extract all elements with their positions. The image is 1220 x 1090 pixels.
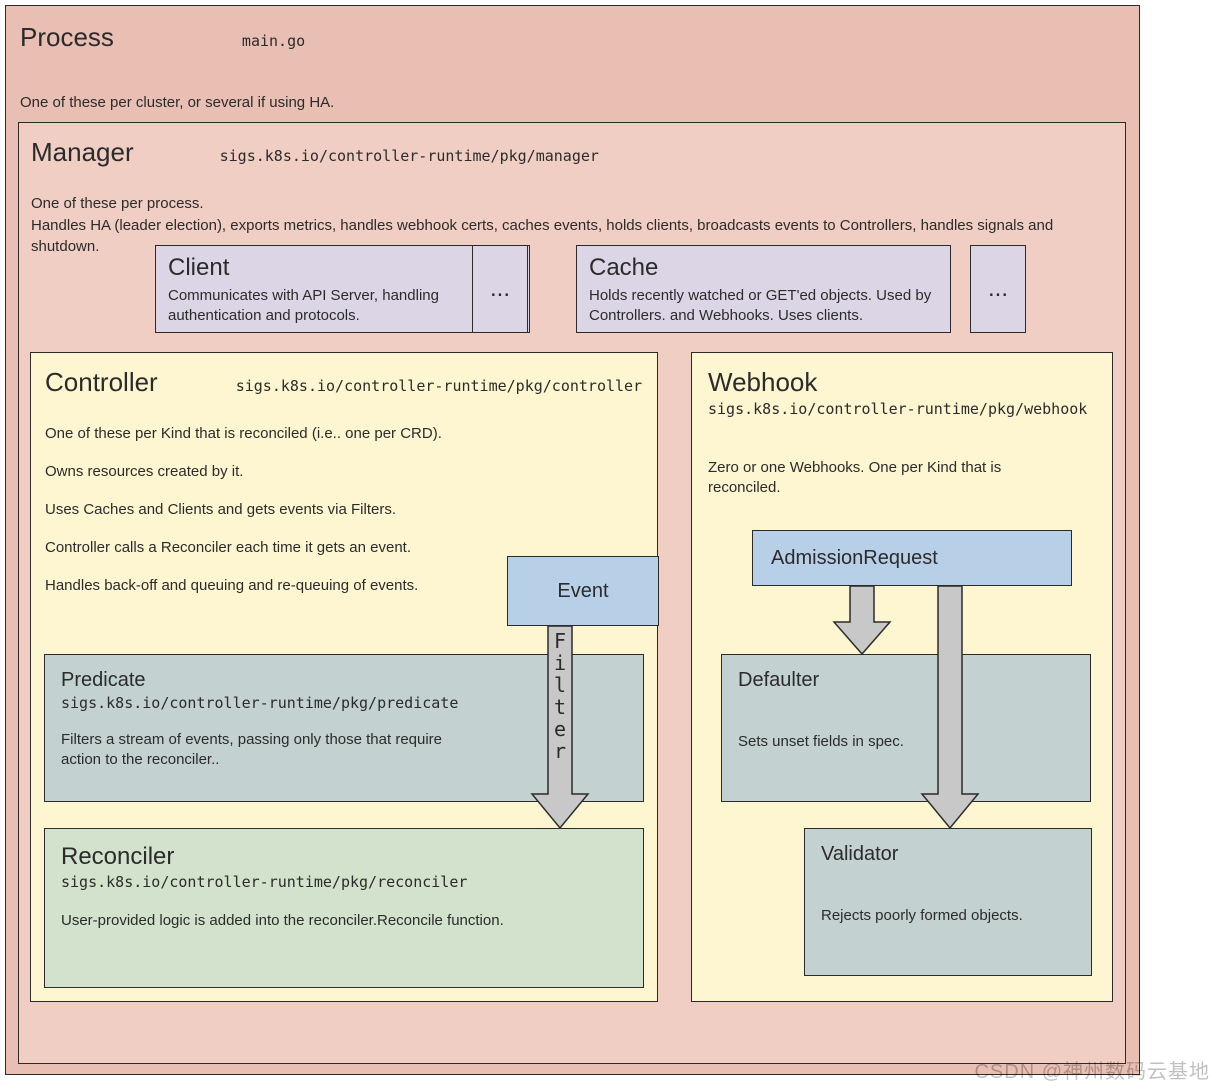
arrow-admission-validator xyxy=(920,586,980,830)
defaulter-title: Defaulter xyxy=(738,669,1074,692)
validator-title: Validator xyxy=(821,843,1075,866)
admission-title: AdmissionRequest xyxy=(771,547,938,570)
reconciler-box: Reconciler sigs.k8s.io/controller-runtim… xyxy=(44,828,644,988)
manager-subtitle: sigs.k8s.io/controller-runtime/pkg/manag… xyxy=(220,147,599,165)
client-title: Client xyxy=(168,254,517,282)
manager-desc1: One of these per process. xyxy=(31,194,1113,214)
dots-box-1: ... xyxy=(472,245,528,333)
controller-header: Controller sigs.k8s.io/controller-runtim… xyxy=(45,367,643,398)
dots-box-2: ... xyxy=(970,245,1026,333)
process-desc: One of these per cluster, or several if … xyxy=(20,93,1125,113)
arrow-admission-defaulter xyxy=(832,586,892,656)
validator-desc: Rejects poorly formed objects. xyxy=(821,906,1075,926)
defaulter-box: Defaulter Sets unset fields in spec. xyxy=(721,654,1091,802)
reconciler-subtitle: sigs.k8s.io/controller-runtime/pkg/recon… xyxy=(61,873,627,891)
filter-label: Filter xyxy=(551,630,569,762)
client-desc: Communicates with API Server, handling a… xyxy=(168,286,517,327)
validator-box: Validator Rejects poorly formed objects. xyxy=(804,828,1092,976)
webhook-desc: Zero or one Webhooks. One per Kind that … xyxy=(708,458,1068,499)
webhook-subtitle: sigs.k8s.io/controller-runtime/pkg/webho… xyxy=(708,400,1096,418)
controller-p1: One of these per Kind that is reconciled… xyxy=(45,422,643,446)
event-box: Event xyxy=(507,556,659,626)
reconciler-title: Reconciler xyxy=(61,843,627,871)
event-title: Event xyxy=(557,580,608,603)
defaulter-desc: Sets unset fields in spec. xyxy=(738,732,1074,752)
process-header: Process main.go xyxy=(20,22,1125,53)
process-subtitle: main.go xyxy=(242,32,305,50)
cache-box: Cache Holds recently watched or GET'ed o… xyxy=(576,245,951,333)
controller-p3: Uses Caches and Clients and gets events … xyxy=(45,498,643,522)
cache-title: Cache xyxy=(589,254,938,282)
webhook-title: Webhook xyxy=(708,367,1096,398)
controller-title: Controller xyxy=(45,367,158,398)
manager-title: Manager xyxy=(31,137,134,168)
reconciler-desc: User-provided logic is added into the re… xyxy=(61,911,627,931)
dots-1: ... xyxy=(490,275,510,303)
manager-header: Manager sigs.k8s.io/controller-runtime/p… xyxy=(31,137,1113,168)
controller-p2: Owns resources created by it. xyxy=(45,460,643,484)
controller-subtitle: sigs.k8s.io/controller-runtime/pkg/contr… xyxy=(236,377,642,395)
process-title: Process xyxy=(20,22,114,53)
cache-desc: Holds recently watched or GET'ed objects… xyxy=(589,286,938,327)
admission-box: AdmissionRequest xyxy=(752,530,1072,586)
dots-2: ... xyxy=(988,275,1008,303)
